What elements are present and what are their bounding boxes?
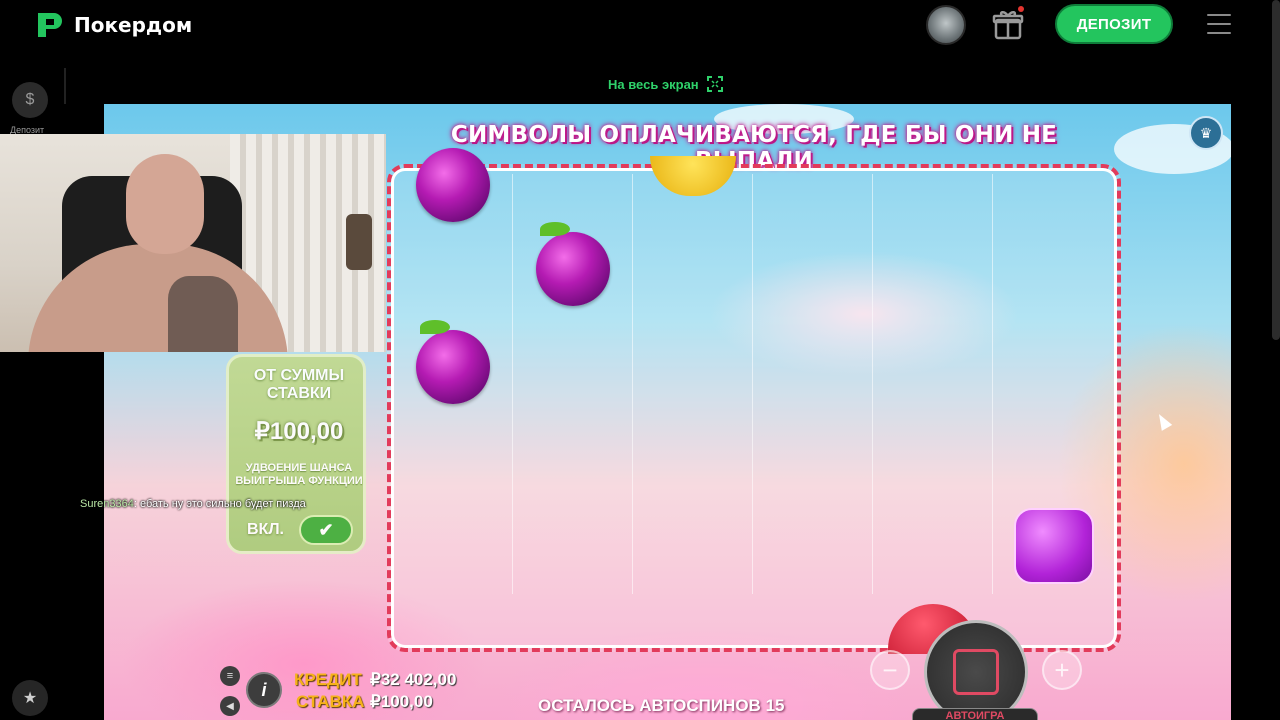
leaf-icon xyxy=(540,222,570,236)
reel-divider xyxy=(632,174,633,594)
chat-username: Suren3364 xyxy=(80,498,134,510)
plum-symbol xyxy=(536,222,610,306)
reel-divider xyxy=(512,174,513,594)
credit-label: КРЕДИТ xyxy=(294,670,362,689)
chat-text: ебать ну это сильно будет пизда xyxy=(139,498,306,510)
expand-icon xyxy=(706,76,723,92)
fullscreen-label: На весь экран xyxy=(608,76,699,92)
autospins-count: 15 xyxy=(765,696,785,715)
speaker-icon[interactable]: ◀ xyxy=(220,696,240,716)
checkmark-icon: ✔ xyxy=(318,519,334,540)
tattoo xyxy=(168,276,238,352)
plum-symbol xyxy=(416,320,490,404)
info-button[interactable]: i xyxy=(246,672,282,708)
rail-divider xyxy=(64,68,66,104)
bet-label: СТАВКА xyxy=(296,692,365,711)
candy-square-symbol xyxy=(1014,508,1094,584)
leaf-icon xyxy=(420,320,450,334)
avatar[interactable] xyxy=(926,5,966,45)
autoplay-button[interactable]: АВТОИГРА xyxy=(912,708,1038,720)
favorite-star-icon[interactable]: ★ xyxy=(12,680,48,716)
deposit-button[interactable]: ДЕПОЗИТ xyxy=(1055,4,1173,44)
game-menu-icon[interactable]: ≡ xyxy=(220,666,240,686)
reels-frame xyxy=(387,164,1121,652)
ante-description: УДВОЕНИЕ ШАНСА ВЫИГРЫША ФУНКЦИИ xyxy=(235,462,363,487)
bet-value: ₽100,00 xyxy=(370,692,433,711)
autospins-label: ОСТАЛОСЬ АВТОСПИНОВ xyxy=(538,696,761,715)
webcam-overlay xyxy=(0,134,386,352)
bet-increase-button[interactable]: + xyxy=(1042,650,1082,690)
game-settings-icon[interactable]: ♛ xyxy=(1189,116,1223,150)
bet-decrease-button[interactable]: − xyxy=(870,650,910,690)
ante-toggle[interactable]: ✔ xyxy=(299,515,353,545)
fullscreen-link[interactable]: На весь экран xyxy=(608,76,723,92)
ante-toggle-label: ВКЛ. xyxy=(247,521,284,538)
bottle xyxy=(346,214,372,270)
reel-divider xyxy=(872,174,873,594)
brand-name: Покердом xyxy=(74,13,193,37)
brand-logo[interactable]: Покердом xyxy=(34,9,192,41)
notification-dot xyxy=(1018,6,1024,12)
reel-divider xyxy=(752,174,753,594)
double-chance-panel: ОТ СУММЫ СТАВКИ ₽100,00 УДВОЕНИЕ ШАНСА В… xyxy=(226,354,366,554)
stop-icon xyxy=(953,649,999,695)
gift-icon[interactable] xyxy=(990,6,1026,42)
page-scrollbar[interactable] xyxy=(1272,0,1280,340)
ante-amount: ₽100,00 xyxy=(254,418,344,445)
chat-message: Suren3364: ебать ну это сильно будет пиз… xyxy=(80,498,306,510)
brand-logo-mark-icon xyxy=(34,9,66,41)
spin-stop-button[interactable] xyxy=(924,620,1028,720)
top-bar: Покердом ДЕПОЗИТ xyxy=(0,0,1280,50)
plum-symbol xyxy=(416,148,490,222)
credit-value: ₽32 402,00 xyxy=(370,670,457,689)
rail-deposit-icon[interactable]: $ xyxy=(12,82,48,118)
ante-title: ОТ СУММЫ СТАВКИ xyxy=(253,367,345,402)
reel-divider xyxy=(992,174,993,594)
autospins-remaining: ОСТАЛОСЬ АВТОСПИНОВ 15 xyxy=(538,696,784,716)
hamburger-menu-icon[interactable] xyxy=(1207,12,1231,36)
streamer-head xyxy=(126,154,204,254)
